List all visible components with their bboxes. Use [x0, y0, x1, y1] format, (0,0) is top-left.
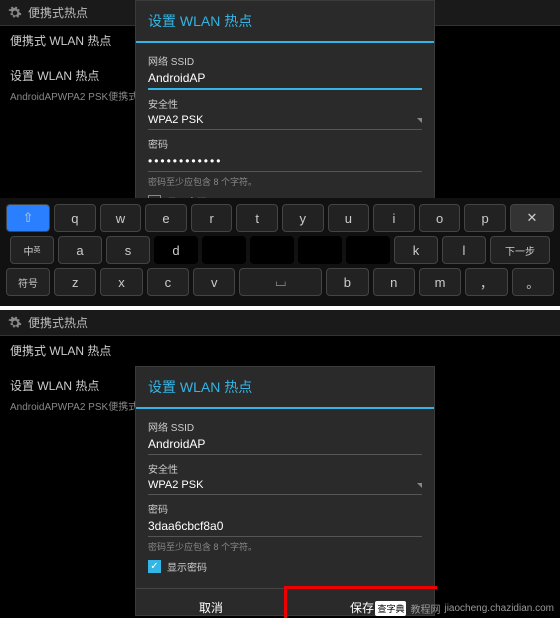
bg-item-hotspot[interactable]: 便携式 WLAN 热点	[10, 342, 550, 359]
password-input[interactable]	[148, 151, 422, 172]
key-r[interactable]: r	[191, 204, 233, 232]
kb-row-2: 中英 a s d k l 下一步	[6, 236, 554, 264]
key-p[interactable]: p	[464, 204, 506, 232]
key-n[interactable]: n	[373, 268, 415, 296]
key-i[interactable]: i	[373, 204, 415, 232]
key-t[interactable]: t	[236, 204, 278, 232]
dropdown-icon	[417, 118, 422, 123]
key-b[interactable]: b	[326, 268, 368, 296]
key-q[interactable]: q	[54, 204, 96, 232]
kb-row-1: ⇧ q w e r t y u i o p ✕	[6, 204, 554, 232]
ssid-input[interactable]	[148, 68, 422, 90]
key-l[interactable]: l	[442, 236, 486, 264]
watermark-url: jiaocheng.chazidian.com	[444, 603, 554, 614]
space-key[interactable]: ⌴	[239, 268, 322, 296]
key-a[interactable]: a	[58, 236, 102, 264]
dropdown-icon	[417, 483, 422, 488]
key-z[interactable]: z	[54, 268, 96, 296]
ssid-input[interactable]	[148, 434, 422, 455]
key-m[interactable]: m	[419, 268, 461, 296]
next-key[interactable]: 下一步	[490, 236, 550, 264]
mode-cn-key[interactable]: 中英	[10, 236, 54, 264]
password-hint: 密码至少应包含 8 个字符。	[148, 175, 422, 188]
dialog-title: 设置 WLAN 热点	[136, 367, 434, 409]
show-password-label: 显示密码	[167, 559, 207, 574]
security-label: 安全性	[148, 96, 422, 111]
security-value: WPA2 PSK	[148, 479, 203, 491]
security-label: 安全性	[148, 461, 422, 476]
kb-row-3: 符号 z x c v ⌴ b n m ， 。	[6, 268, 554, 296]
key-s[interactable]: s	[106, 236, 150, 264]
mode-sym-key[interactable]: 符号	[6, 268, 50, 296]
key-e[interactable]: e	[145, 204, 187, 232]
watermark: 查字典 教程网 jiaocheng.chazidian.com	[375, 601, 554, 616]
security-select[interactable]: WPA2 PSK	[148, 476, 422, 495]
key-u[interactable]: u	[328, 204, 370, 232]
watermark-text: 教程网	[410, 601, 440, 616]
key-h[interactable]	[298, 236, 342, 264]
dialog-title: 设置 WLAN 热点	[136, 1, 434, 43]
hotspot-dialog: 设置 WLAN 热点 网络 SSID 安全性 WPA2 PSK 密码 密码至少应…	[135, 0, 435, 206]
password-label: 密码	[148, 501, 422, 516]
backspace-key[interactable]: ✕	[510, 204, 554, 232]
key-period[interactable]: 。	[512, 268, 554, 296]
key-x[interactable]: x	[100, 268, 142, 296]
key-y[interactable]: y	[282, 204, 324, 232]
key-g[interactable]	[250, 236, 294, 264]
key-j[interactable]	[346, 236, 390, 264]
key-c[interactable]: c	[147, 268, 189, 296]
shift-key[interactable]: ⇧	[6, 204, 50, 232]
ssid-label: 网络 SSID	[148, 419, 422, 434]
watermark-logo: 查字典	[375, 601, 406, 616]
key-o[interactable]: o	[419, 204, 461, 232]
key-w[interactable]: w	[100, 204, 142, 232]
gear-icon	[8, 316, 22, 330]
key-k[interactable]: k	[394, 236, 438, 264]
password-label: 密码	[148, 136, 422, 151]
keyboard: ⇧ q w e r t y u i o p ✕ 中英 a s d k l 下一步	[0, 198, 560, 306]
show-password-checkbox[interactable]	[148, 560, 161, 573]
screenshot-2: 便携式热点 便携式 WLAN 热点 设置 WLAN 热点 AndroidAPWP…	[0, 310, 560, 618]
hotspot-dialog: 设置 WLAN 热点 网络 SSID 安全性 WPA2 PSK 密码 密码至少应…	[135, 366, 435, 616]
security-value: WPA2 PSK	[148, 114, 203, 126]
key-f[interactable]	[202, 236, 246, 264]
key-comma[interactable]: ，	[465, 268, 507, 296]
titlebar: 便携式热点	[0, 310, 560, 336]
ssid-label: 网络 SSID	[148, 53, 422, 68]
key-v[interactable]: v	[193, 268, 235, 296]
titlebar-text: 便携式热点	[28, 314, 88, 331]
key-d[interactable]: d	[154, 236, 198, 264]
titlebar-text: 便携式热点	[28, 4, 88, 21]
password-hint: 密码至少应包含 8 个字符。	[148, 540, 422, 553]
cancel-button[interactable]: 取消	[136, 589, 287, 618]
password-input[interactable]	[148, 516, 422, 537]
gear-icon	[8, 6, 22, 20]
security-select[interactable]: WPA2 PSK	[148, 111, 422, 130]
screenshot-1: 便携式热点 便携式 WLAN 热点 设置 WLAN 热点 AndroidAPWP…	[0, 0, 560, 306]
